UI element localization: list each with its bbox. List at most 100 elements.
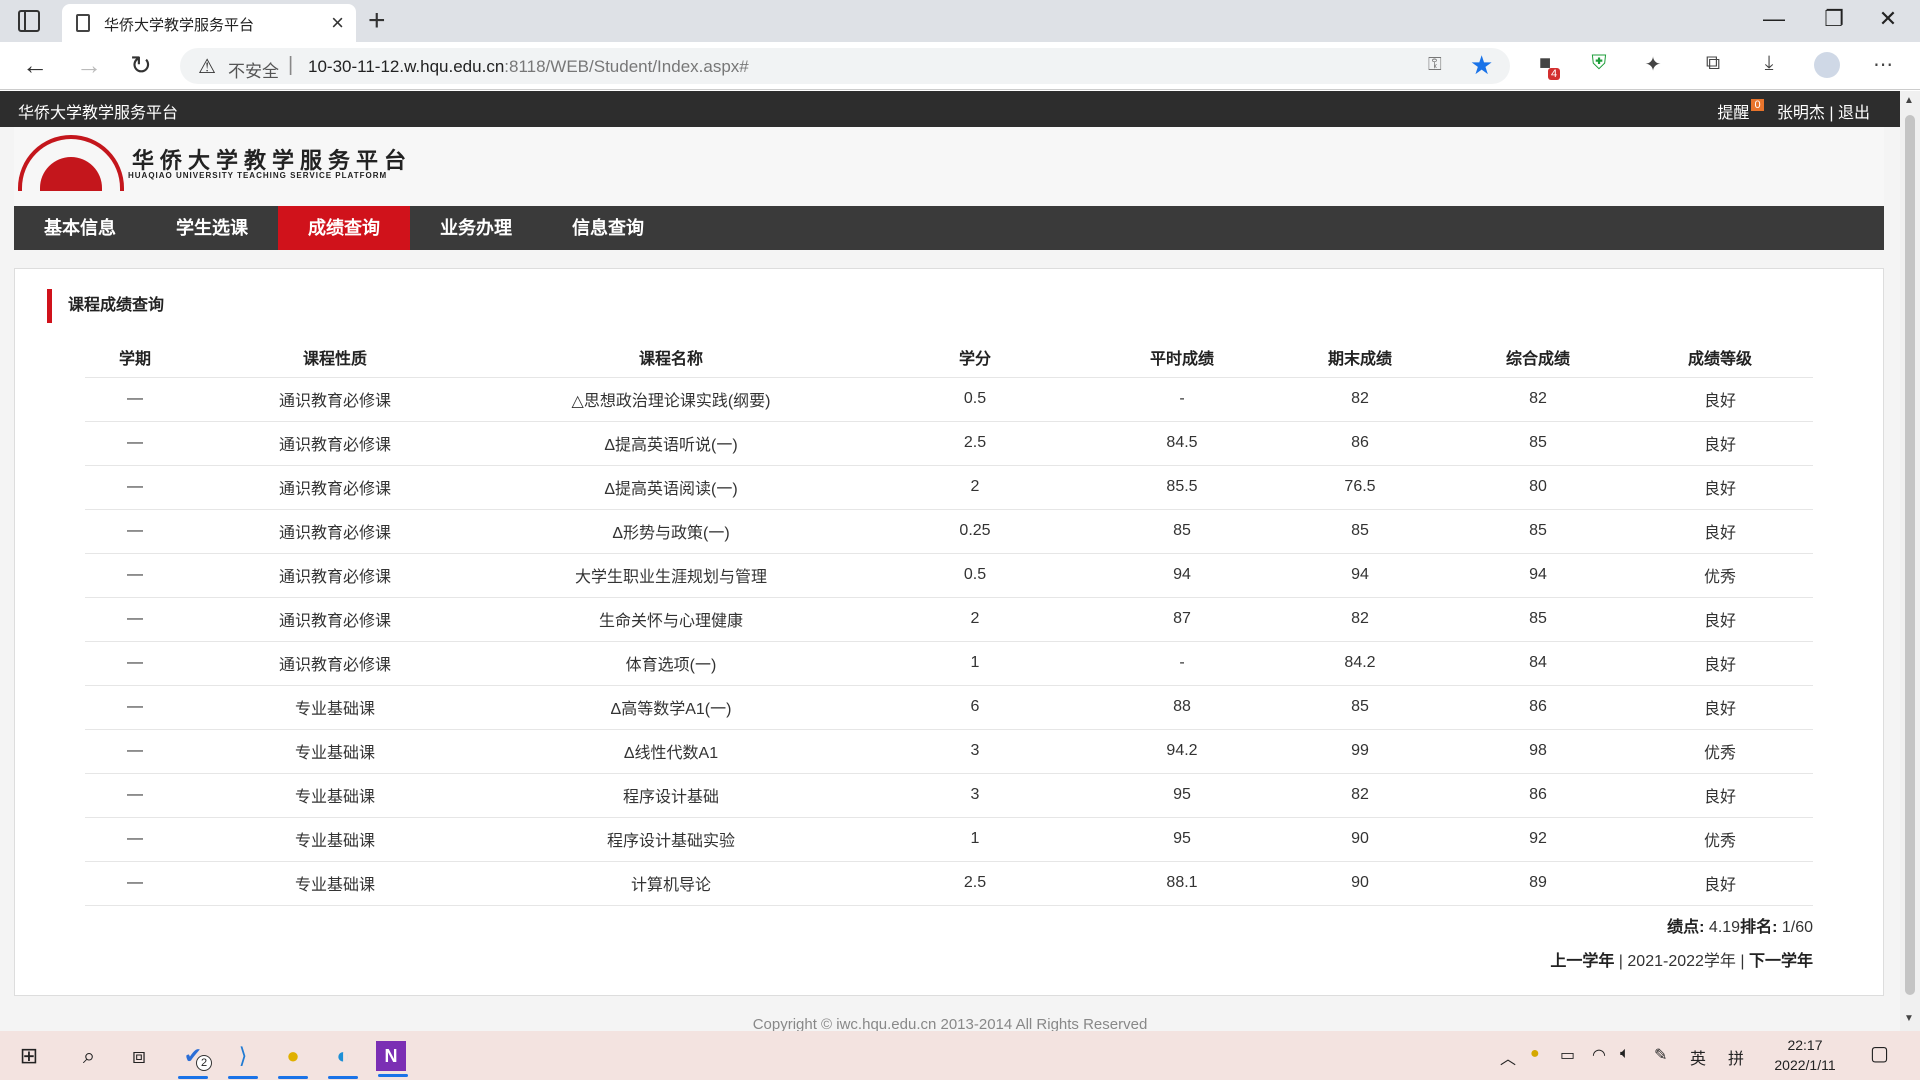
more-menu-icon[interactable]: ⋯ [1870, 52, 1896, 78]
nav-basic-info[interactable]: 基本信息 [14, 206, 146, 250]
insecure-label[interactable]: 不安全 [228, 57, 279, 82]
gpa-summary: 绩点: 4.19排名: 1/60 [1667, 913, 1813, 937]
todo-app-icon[interactable]: ✔ 2 [176, 1039, 212, 1079]
address-bar: ← → ↻ ⚠ 不安全 | 10-30-11-12.w.hqu.edu.cn:8… [0, 42, 1920, 90]
tab-actions-icon[interactable] [18, 10, 40, 32]
username[interactable]: 张明杰 [1777, 105, 1825, 122]
show-hidden-icons-icon[interactable]: ︿ [1500, 1045, 1516, 1069]
cell-course-type: 通识教育必修课 [185, 641, 485, 686]
rank-value: 1/60 [1781, 919, 1813, 936]
cell-grade-level: 良好 [1627, 376, 1813, 422]
windows-start-icon[interactable]: ⊞ [12, 1039, 46, 1073]
close-tab-icon[interactable]: × [331, 10, 344, 36]
cell-grade-level: 优秀 [1627, 553, 1813, 598]
clock[interactable]: 22:17 2022/1/11 [1768, 1035, 1842, 1075]
minimize-icon[interactable]: — [1744, 6, 1804, 32]
volume-icon[interactable]: 🔈︎ [1620, 1045, 1630, 1063]
cell-credit: 1 [857, 817, 1093, 862]
logout-link[interactable]: 退出 [1838, 105, 1870, 122]
browser-tab[interactable]: 华侨大学教学服务平台 × [62, 4, 356, 42]
scroll-up-icon[interactable]: ▲ [1904, 95, 1914, 106]
table-row: — 通识教育必修课 Δ提高英语阅读(一) 2 85.5 76.5 80 良好 [85, 465, 1813, 510]
nav-business[interactable]: 业务办理 [410, 206, 542, 250]
vscode-icon[interactable]: ⟩ [226, 1039, 260, 1079]
year-sep: | [1740, 953, 1745, 970]
shield-icon[interactable]: ⛨ [1586, 52, 1612, 78]
cell-grade-level: 良好 [1627, 509, 1813, 554]
cell-final-score: 86 [1271, 421, 1449, 466]
table-row: — 通识教育必修课 △思想政治理论课实践(纲要) 0.5-82 82 良好 [85, 376, 1813, 422]
url-field[interactable]: ⚠ 不安全 | 10-30-11-12.w.hqu.edu.cn:8118/WE… [180, 48, 1510, 84]
cell-term: — [85, 729, 185, 774]
cell-grade-level: 良好 [1627, 773, 1813, 818]
prev-year-link[interactable]: 上一学年 [1550, 953, 1614, 970]
scroll-down-icon[interactable]: ▼ [1904, 1013, 1914, 1024]
scroll-thumb[interactable] [1905, 115, 1915, 995]
key-icon[interactable]: ⚿ [1428, 54, 1442, 75]
cell-term: — [85, 553, 185, 598]
page-scrollbar[interactable]: ▲ ▼ [1900, 91, 1920, 1031]
table-row: — 通识教育必修课 大学生职业生涯规划与管理 0.5 94 94 94 优秀 [85, 553, 1813, 598]
favorite-star-icon[interactable]: ★ [1470, 50, 1493, 81]
back-icon[interactable]: ← [22, 50, 48, 81]
divider: | [1829, 105, 1834, 122]
remind-link[interactable]: 提醒 [1717, 105, 1749, 122]
taskbar: ⊞ ⌕ ⧈ ✔ 2 ⟩ ● ◐ N ︿ ● ▭ ◠ 🔈︎ ✎ 英 拼 22:17 … [0, 1031, 1920, 1080]
edge-browser-icon[interactable]: ◐ [326, 1039, 360, 1079]
app-icon[interactable]: ● [276, 1039, 310, 1079]
puzzle-icon[interactable]: ✦ [1640, 52, 1666, 78]
table-header-row: 学期 课程性质 课程名称 学分 平时成绩 期末成绩 综合成绩 成绩等级 [85, 337, 1813, 377]
warning-icon[interactable]: ⚠ [198, 54, 216, 79]
pen-icon[interactable]: ✎ [1654, 1045, 1667, 1065]
cell-grade-level: 良好 [1627, 685, 1813, 730]
restore-icon[interactable]: ❐ [1804, 6, 1864, 32]
cell-total-score: 86 [1449, 773, 1627, 818]
close-window-icon[interactable]: ✕ [1858, 6, 1918, 32]
cell-term: — [85, 465, 185, 510]
ime-language[interactable]: 英 [1690, 1045, 1706, 1069]
cell-course-type: 通识教育必修课 [185, 376, 485, 422]
new-tab-icon[interactable]: + [368, 4, 386, 38]
main-nav: 基本信息 学生选课 成绩查询 业务办理 信息查询 [14, 206, 1884, 250]
cell-course-name: 体育选项(一) [485, 641, 857, 686]
collections-icon[interactable]: ⧉ [1700, 52, 1726, 78]
task-view-icon[interactable]: ⧈ [122, 1039, 156, 1073]
header-term: 学期 [118, 350, 151, 368]
cell-total-score: 89 [1449, 861, 1627, 906]
ime-mode[interactable]: 拼 [1728, 1045, 1744, 1069]
tray-app-icon[interactable]: ● [1530, 1045, 1540, 1063]
onenote-icon[interactable]: N [376, 1041, 408, 1077]
table-row: — 专业基础课 Δ线性代数A1 3 94.2 99 98 优秀 [85, 729, 1813, 774]
next-year-link[interactable]: 下一学年 [1749, 953, 1813, 970]
page-icon [76, 14, 90, 32]
cell-final-score: 84.2 [1271, 641, 1449, 686]
cell-regular-score: - [1093, 641, 1271, 686]
download-icon[interactable]: ⤓ [1756, 52, 1782, 78]
nav-info-query[interactable]: 信息查询 [542, 206, 674, 250]
cell-course-type: 专业基础课 [185, 729, 485, 774]
cell-total-score: 86 [1449, 685, 1627, 730]
profile-avatar[interactable] [1814, 52, 1840, 78]
table-row: — 通识教育必修课 Δ提高英语听说(一) 2.5 84.5 86 85 良好 [85, 421, 1813, 466]
cell-final-score: 82 [1271, 376, 1449, 422]
cell-credit: 0.5 [857, 553, 1093, 598]
cell-credit: 0.25 [857, 509, 1093, 554]
nav-grade-query[interactable]: 成绩查询 [278, 206, 410, 250]
cell-term: — [85, 597, 185, 642]
table-row: — 通识教育必修课 Δ形势与政策(一) 0.25 85 85 85 良好 [85, 509, 1813, 554]
year-navigation: 上一学年 | 2021-2022学年 | 下一学年 [1550, 947, 1813, 971]
forward-icon[interactable]: → [76, 50, 102, 81]
refresh-icon[interactable]: ↻ [130, 50, 152, 81]
cell-total-score: 94 [1449, 553, 1627, 598]
header-grade-level: 成绩等级 [1687, 350, 1752, 368]
table-row: — 专业基础课 程序设计基础实验 1 95 90 92 优秀 [85, 817, 1813, 862]
battery-icon[interactable]: ▭ [1560, 1045, 1575, 1065]
notification-icon[interactable]: ▢ [1870, 1041, 1889, 1066]
search-icon[interactable]: ⌕ [72, 1039, 106, 1073]
cell-course-name: Δ提高英语听说(一) [485, 421, 857, 466]
cell-total-score: 92 [1449, 817, 1627, 862]
wifi-icon[interactable]: ◠ [1592, 1045, 1606, 1065]
gpa-value: 4.19 [1708, 919, 1741, 936]
nav-course-selection[interactable]: 学生选课 [146, 206, 278, 250]
url-text[interactable]: 10-30-11-12.w.hqu.edu.cn:8118/WEB/Studen… [308, 57, 749, 77]
